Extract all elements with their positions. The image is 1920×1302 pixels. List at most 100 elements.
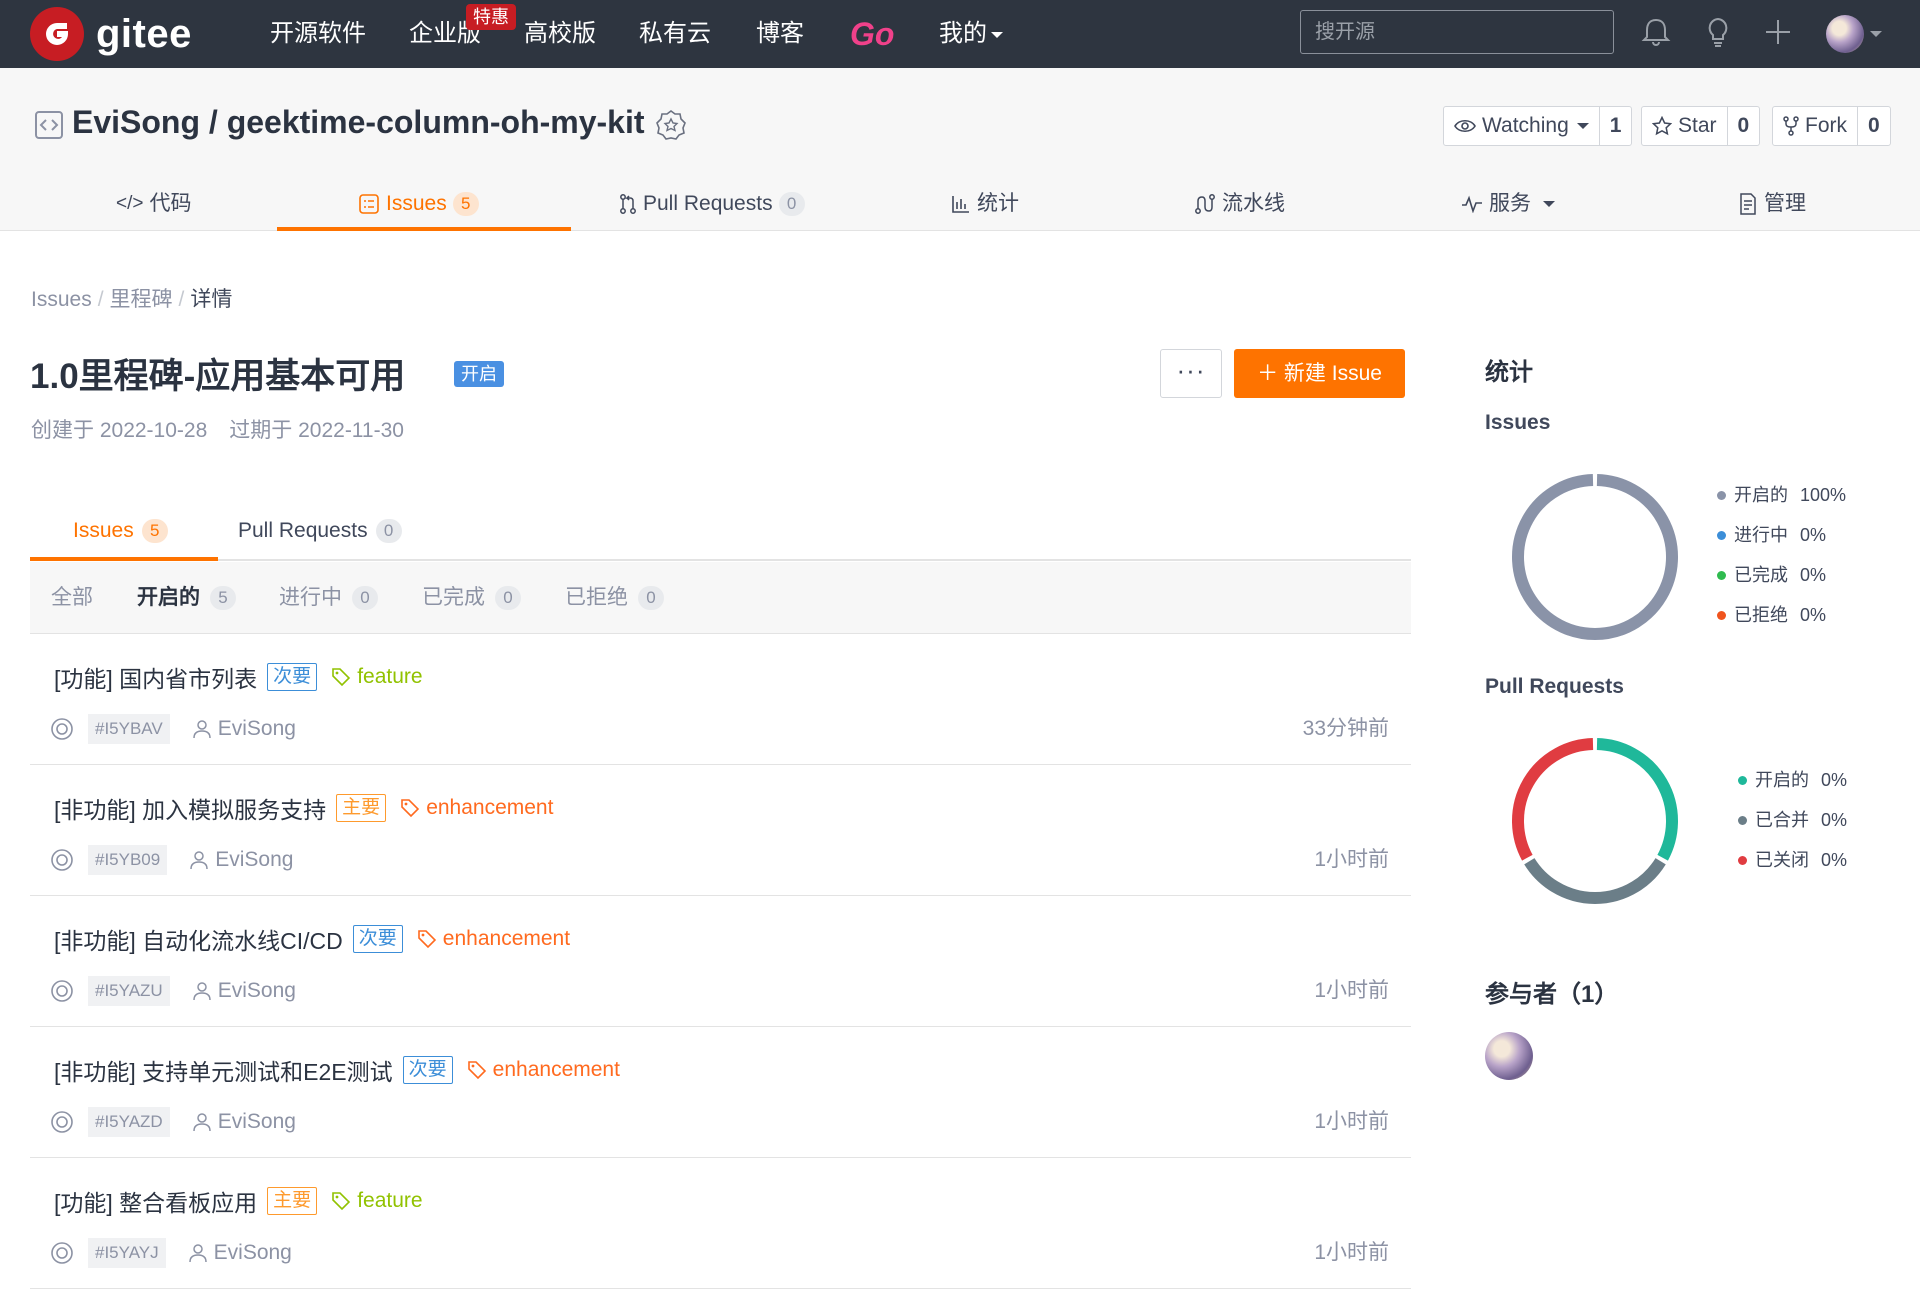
issue-author-name: EviSong bbox=[215, 848, 294, 871]
subtab-pull-requests[interactable]: Pull Requests 0 bbox=[238, 500, 402, 561]
activity-icon bbox=[1462, 195, 1482, 213]
issue-ident[interactable]: #I5YAZU bbox=[88, 976, 170, 1006]
tab-stats[interactable]: 统计 bbox=[951, 176, 1019, 231]
gitee-logo[interactable]: gitee bbox=[30, 7, 192, 61]
filter-closed[interactable]: 已完成 0 bbox=[422, 562, 521, 634]
watch-count[interactable]: 1 bbox=[1600, 107, 1632, 145]
pr-slice-0 bbox=[1596, 738, 1678, 861]
issue-time: 1小时前 bbox=[1314, 1110, 1389, 1133]
legend-item-open: 开启的 100% bbox=[1717, 475, 1846, 515]
issues-stats-title: Issues bbox=[1485, 411, 1551, 434]
tab-manage[interactable]: 管理 bbox=[1738, 176, 1806, 231]
subtab-pr-count: 0 bbox=[375, 518, 402, 543]
filter-progressing[interactable]: 进行中 0 bbox=[279, 562, 378, 634]
fork-button[interactable]: Fork bbox=[1773, 107, 1858, 145]
tab-pull-requests[interactable]: Pull Requests 0 bbox=[619, 176, 805, 231]
issue-label[interactable]: feature bbox=[331, 665, 423, 689]
issue-title[interactable]: [功能] 整合看板应用 bbox=[54, 1184, 257, 1218]
nav-mine-label: 我的 bbox=[939, 20, 987, 47]
document-icon bbox=[1740, 192, 1756, 215]
issue-author[interactable]: EviSong bbox=[189, 848, 293, 872]
issue-row: [功能] 整合看板应用 主要 feature #I5YAYJ EviSong 1… bbox=[30, 1158, 1411, 1289]
issue-author[interactable]: EviSong bbox=[192, 979, 296, 1003]
tab-issues[interactable]: Issues 5 bbox=[358, 176, 479, 231]
issue-title[interactable]: [非功能] 加入模拟服务支持 bbox=[54, 791, 326, 825]
issue-title[interactable]: [非功能] 自动化流水线CI/CD bbox=[54, 922, 343, 956]
nav-go[interactable]: Go bbox=[850, 0, 894, 68]
issue-label[interactable]: enhancement bbox=[467, 1058, 620, 1082]
tab-code[interactable]: </> 代码 bbox=[116, 176, 191, 231]
chevron-down-icon[interactable] bbox=[1870, 31, 1882, 37]
bell-icon[interactable] bbox=[1638, 14, 1674, 50]
tab-pipeline[interactable]: 流水线 bbox=[1194, 176, 1285, 231]
tag-icon bbox=[332, 1192, 351, 1211]
issues-icon bbox=[359, 193, 379, 214]
nav-mine[interactable]: 我的 bbox=[939, 0, 1003, 68]
top-navbar: gitee 开源软件 企业版 特惠 高校版 私有云 博客 Go 我的 bbox=[0, 0, 1920, 68]
issue-open-icon bbox=[51, 980, 73, 1002]
subtab-issues[interactable]: Issues 5 bbox=[73, 500, 168, 561]
issue-label[interactable]: feature bbox=[331, 1189, 423, 1213]
nav-blog[interactable]: 博客 bbox=[756, 0, 804, 68]
created-date: 创建于 2022-10-28 bbox=[31, 419, 208, 442]
star-count[interactable]: 0 bbox=[1728, 107, 1760, 145]
participant-avatar[interactable] bbox=[1485, 1032, 1533, 1080]
filter-rejected[interactable]: 已拒绝 0 bbox=[565, 562, 664, 634]
issue-author[interactable]: EviSong bbox=[192, 1110, 296, 1134]
subtab-pr-label: Pull Requests bbox=[238, 518, 368, 542]
issue-row: [功能] 国内省市列表 次要 feature #I5YBAV EviSong 3… bbox=[30, 634, 1411, 765]
bar-chart-icon bbox=[952, 195, 969, 213]
issue-ident[interactable]: #I5YB09 bbox=[88, 845, 168, 875]
legend-dot bbox=[1738, 775, 1747, 785]
fork-button-group: Fork 0 bbox=[1772, 106, 1891, 146]
breadcrumb-issues[interactable]: Issues bbox=[31, 288, 92, 311]
issue-title[interactable]: [非功能] 支持单元测试和E2E测试 bbox=[54, 1053, 393, 1087]
repo-title[interactable]: EviSong / geektime-column-oh-my-kit bbox=[72, 104, 645, 141]
issue-title-line: [功能] 整合看板应用 主要 feature bbox=[54, 1184, 423, 1218]
filter-all[interactable]: 全部 bbox=[51, 562, 93, 634]
priority-badge: 次要 bbox=[352, 925, 403, 953]
issue-label-text: feature bbox=[357, 1189, 423, 1212]
more-options-button[interactable]: ··· bbox=[1160, 349, 1222, 398]
filter-open[interactable]: 开启的 5 bbox=[137, 562, 236, 634]
issues-count-badge: 5 bbox=[452, 191, 479, 216]
issue-label[interactable]: enhancement bbox=[417, 927, 570, 951]
issue-ident[interactable]: #I5YAYJ bbox=[88, 1238, 166, 1268]
nav-open-source[interactable]: 开源软件 bbox=[270, 0, 366, 68]
new-issue-button[interactable]: ＋ 新建 Issue bbox=[1234, 349, 1405, 398]
nav-university[interactable]: 高校版 bbox=[524, 0, 596, 68]
issue-label[interactable]: enhancement bbox=[400, 796, 553, 820]
watch-button[interactable]: Watching bbox=[1444, 107, 1600, 145]
tab-services[interactable]: 服务 bbox=[1461, 176, 1555, 231]
certified-badge-icon[interactable] bbox=[654, 108, 688, 142]
fork-count[interactable]: 0 bbox=[1858, 107, 1890, 145]
issue-author[interactable]: EviSong bbox=[188, 1241, 292, 1265]
user-avatar[interactable] bbox=[1826, 15, 1864, 53]
issue-ident[interactable]: #I5YAZD bbox=[88, 1107, 170, 1137]
issue-title[interactable]: [功能] 国内省市列表 bbox=[54, 660, 257, 694]
breadcrumb-current: 详情 bbox=[190, 288, 233, 311]
legend-label: 已拒绝 bbox=[1734, 605, 1788, 625]
legend-pct: 0% bbox=[1821, 770, 1848, 790]
lightbulb-icon[interactable] bbox=[1700, 14, 1736, 50]
filter-closed-label: 已完成 bbox=[422, 586, 485, 609]
legend-item-progressing: 进行中 0% bbox=[1717, 515, 1846, 555]
nav-private-cloud[interactable]: 私有云 bbox=[639, 0, 711, 68]
milestone-meta: 创建于 2022-10-28 过期于 2022-11-30 bbox=[31, 414, 404, 444]
filter-all-label: 全部 bbox=[51, 586, 93, 609]
repo-tabs: </> 代码 Issues 5 Pull Requests 0 统计 流水线 服… bbox=[0, 176, 1920, 231]
issue-author-name: EviSong bbox=[217, 979, 296, 1002]
legend-dot bbox=[1717, 610, 1726, 620]
plus-icon[interactable] bbox=[1760, 14, 1796, 50]
repo-header: EviSong / geektime-column-oh-my-kit Watc… bbox=[0, 68, 1920, 231]
issue-ident[interactable]: #I5YBAV bbox=[88, 714, 170, 744]
issues-legend: 开启的 100% 进行中 0% 已完成 0% 已拒绝 0% bbox=[1717, 475, 1846, 635]
issue-author[interactable]: EviSong bbox=[192, 717, 296, 741]
issue-author-name: EviSong bbox=[213, 1241, 292, 1264]
issue-author-name: EviSong bbox=[217, 717, 296, 740]
breadcrumb-milestones[interactable]: 里程碑 bbox=[110, 288, 173, 311]
star-button[interactable]: Star bbox=[1642, 107, 1728, 145]
search-input[interactable] bbox=[1300, 10, 1614, 54]
issues-donut-chart bbox=[1512, 474, 1678, 640]
legend-item-closed: 已完成 0% bbox=[1717, 555, 1846, 595]
